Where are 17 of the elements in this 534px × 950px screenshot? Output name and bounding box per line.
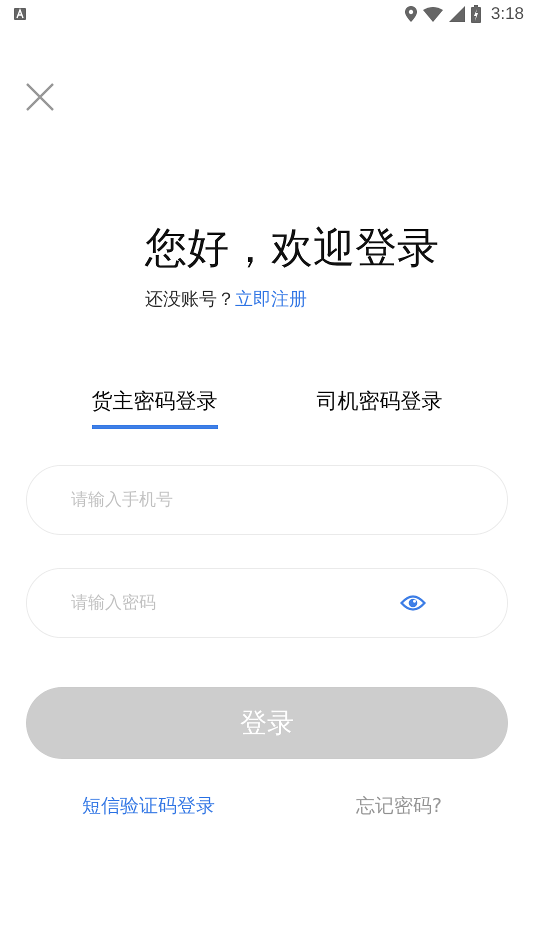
battery-icon (470, 5, 481, 23)
login-tab[interactable]: 司机密码登录 (316, 381, 442, 429)
login-tab[interactable]: 货主密码登录 (92, 381, 218, 429)
wifi-icon (422, 6, 443, 22)
phone-field[interactable]: 请输入手机号 (26, 465, 508, 535)
password-field[interactable]: 请输入密码 (26, 568, 508, 638)
eye-icon[interactable] (400, 594, 426, 612)
register-prompt: 还没账号？ (145, 288, 235, 311)
forgot-password-link[interactable]: 忘记密码? (356, 793, 442, 819)
status-time: 3:18 (490, 4, 524, 24)
keyboard-app-icon (14, 8, 26, 20)
sms-login-link[interactable]: 短信验证码登录 (82, 793, 215, 819)
signal-icon (448, 6, 465, 22)
register-link[interactable]: 立即注册 (235, 287, 307, 311)
location-icon (404, 6, 417, 22)
close-icon[interactable] (26, 83, 54, 111)
welcome-title: 您好，欢迎登录 (145, 223, 440, 273)
